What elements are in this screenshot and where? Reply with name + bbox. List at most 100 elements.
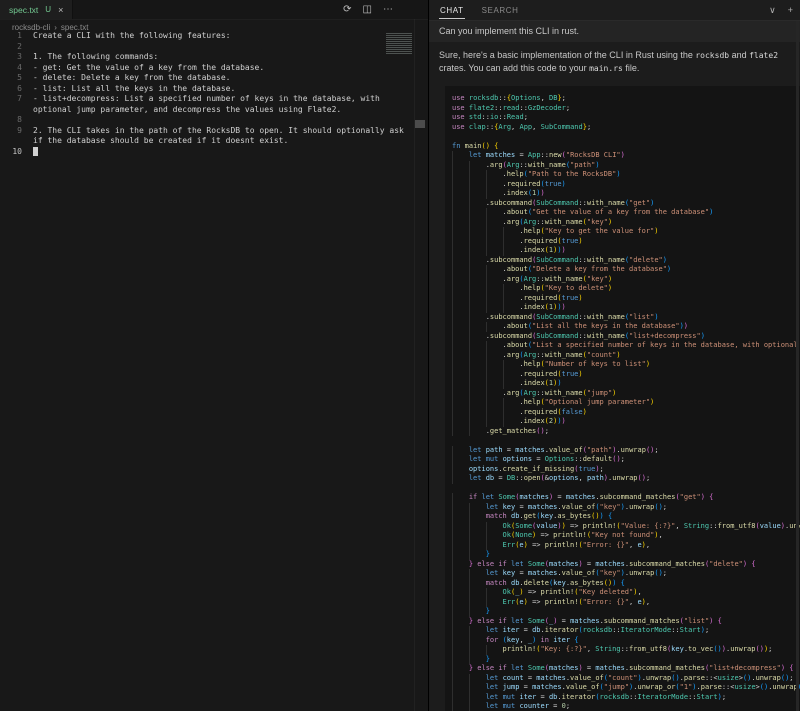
code-line: .index(1)) <box>452 189 800 199</box>
code-line: } else if let Some(matches) = matches.su… <box>452 560 800 570</box>
code-line: .required(true) <box>452 237 800 247</box>
inline-code: main.rs <box>589 64 623 73</box>
code-line: .subcommand(SubCommand::with_name("list"… <box>452 313 800 323</box>
editor-row: 10 <box>0 147 388 158</box>
code-line: } else if let Some(_) = matches.subcomma… <box>452 617 800 627</box>
code-line: match db.get(key.as_bytes()) { <box>452 512 800 522</box>
code-line: use rocksdb::{Options, DB}; <box>452 94 800 104</box>
code-line: let matches = App::new("RocksDB CLI") <box>452 151 800 161</box>
tab-search[interactable]: SEARCH <box>481 2 520 18</box>
code-line: let path = matches.value_of("path").unwr… <box>452 446 800 456</box>
code-line: } <box>452 655 800 665</box>
editor-line-text: 2. The CLI takes in the path of the Rock… <box>33 126 404 137</box>
editor-row: 8 <box>0 115 388 126</box>
line-number: 10 <box>0 147 22 158</box>
editor-content[interactable]: 1Create a CLI with the following feature… <box>0 31 388 157</box>
line-number <box>0 136 22 147</box>
code-line: Ok(Some(value)) => println!("Value: {:?}… <box>452 522 800 532</box>
code-line: .required(true) <box>452 294 800 304</box>
chevron-down-icon[interactable]: ∨ <box>769 6 776 15</box>
line-number: 3 <box>0 52 22 63</box>
close-icon[interactable]: × <box>58 5 63 15</box>
line-number: 2 <box>0 42 22 53</box>
assistant-message: Sure, here's a basic implementation of t… <box>429 40 800 75</box>
code-line: .required(true) <box>452 180 800 190</box>
line-number <box>0 105 22 116</box>
code-line: .help("Number of keys to list") <box>452 360 800 370</box>
chat-panel: CHAT SEARCH ∨ + Can you implement this C… <box>428 0 800 711</box>
editor-line-text: optional jump parameter, and decompress … <box>33 105 341 116</box>
code-line: Ok(_) => println!("Key deleted"), <box>452 588 800 598</box>
code-line <box>452 484 800 494</box>
code-line: use flate2::read::GzDecoder; <box>452 104 800 114</box>
editor-row: 92. The CLI takes in the path of the Roc… <box>0 126 388 137</box>
new-chat-icon[interactable]: + <box>788 6 793 15</box>
editor-row: 2 <box>0 42 388 53</box>
editor-line-text: - list: List all the keys in the databas… <box>33 84 235 95</box>
response-text: Sure, here's a basic implementation of t… <box>439 50 695 60</box>
line-number: 5 <box>0 73 22 84</box>
code-line: Err(e) => println!("Error: {}", e), <box>452 598 800 608</box>
text-cursor <box>33 147 38 156</box>
editor-row: 5- delete: Delete a key from the databas… <box>0 73 388 84</box>
code-line: .help("Key to get the value for") <box>452 227 800 237</box>
line-number: 7 <box>0 94 22 105</box>
split-editor-icon[interactable]: ◫ <box>363 5 372 15</box>
code-line: .subcommand(SubCommand::with_name("get") <box>452 199 800 209</box>
code-line: .required(false) <box>452 408 800 418</box>
inline-code: flate2 <box>749 51 778 60</box>
minimap[interactable] <box>386 33 412 54</box>
editor-line-text <box>33 147 38 158</box>
code-line: .index(1)) <box>452 379 800 389</box>
open-changes-icon[interactable]: ⟳ <box>343 5 351 15</box>
more-actions-icon[interactable]: ⋯ <box>383 5 393 15</box>
code-line: let mut iter = db.iterator(rocksdb::Iter… <box>452 693 800 703</box>
response-text: and <box>729 50 749 60</box>
editor-line-text: - get: Get the value of a key from the d… <box>33 63 264 74</box>
code-line: .index(1))) <box>452 303 800 313</box>
code-line: Err(e) => println!("Error: {}", e), <box>452 541 800 551</box>
user-message: Can you implement this CLI in rust. <box>429 21 800 42</box>
editor-pane: spec.txt U × ⟳ ◫ ⋯ rocksdb-cli › spec.tx… <box>0 0 428 711</box>
code-line: .help("Optional jump parameter") <box>452 398 800 408</box>
code-line: .help("Path to the RocksDB") <box>452 170 800 180</box>
code-block[interactable]: use rocksdb::{Options, DB};use flate2::r… <box>445 86 800 711</box>
code-line: println!("Key: {:?}", String::from_utf8(… <box>452 645 800 655</box>
line-number: 9 <box>0 126 22 137</box>
code-line: for (key, _) in iter { <box>452 636 800 646</box>
code-line: use std::io::Read; <box>452 113 800 123</box>
code-line: let mut options = Options::default(); <box>452 455 800 465</box>
code-line: options.create_if_missing(true); <box>452 465 800 475</box>
code-line: let jump = matches.value_of("jump").unwr… <box>452 683 800 693</box>
code-line: .arg(Arg::with_name("path") <box>452 161 800 171</box>
editor-line-text: 1. The following commands: <box>33 52 158 63</box>
code-line: .index(1))) <box>452 246 800 256</box>
code-line: .subcommand(SubCommand::with_name("delet… <box>452 256 800 266</box>
code-line: .required(true) <box>452 370 800 380</box>
editor-scrollbar[interactable] <box>414 19 426 711</box>
code-line: let iter = db.iterator(rocksdb::Iterator… <box>452 626 800 636</box>
git-untracked-badge: U <box>45 5 51 14</box>
editor-actions: ⟳ ◫ ⋯ <box>343 0 393 19</box>
inline-code: rocksdb <box>695 51 729 60</box>
code-line: if let Some(matches) = matches.subcomman… <box>452 493 800 503</box>
code-line: match db.delete(key.as_bytes()) { <box>452 579 800 589</box>
code-line: } <box>452 550 800 560</box>
tab-label: spec.txt <box>9 5 38 15</box>
chat-scrollbar[interactable] <box>796 21 799 711</box>
code-line: .arg(Arg::with_name("key") <box>452 275 800 285</box>
code-line: let mut counter = 0; <box>452 702 800 711</box>
editor-line-text: - list+decompress: List a specified numb… <box>33 94 380 105</box>
editor-row: if the database should be created if it … <box>0 136 388 147</box>
code-line: let db = DB::open(&options, path).unwrap… <box>452 474 800 484</box>
code-line: .get_matches(); <box>452 427 800 437</box>
tab-spec-txt[interactable]: spec.txt U × <box>0 0 73 19</box>
code-line: .index(2))) <box>452 417 800 427</box>
code-line: .arg(Arg::with_name("key") <box>452 218 800 228</box>
code-line <box>452 436 800 446</box>
code-line: let key = matches.value_of("key").unwrap… <box>452 503 800 513</box>
code-line: .about("Get the value of a key from the … <box>452 208 800 218</box>
tab-chat[interactable]: CHAT <box>439 2 465 19</box>
editor-row: 6- list: List all the keys in the databa… <box>0 84 388 95</box>
editor-row: 7 - list+decompress: List a specified num… <box>0 94 388 105</box>
